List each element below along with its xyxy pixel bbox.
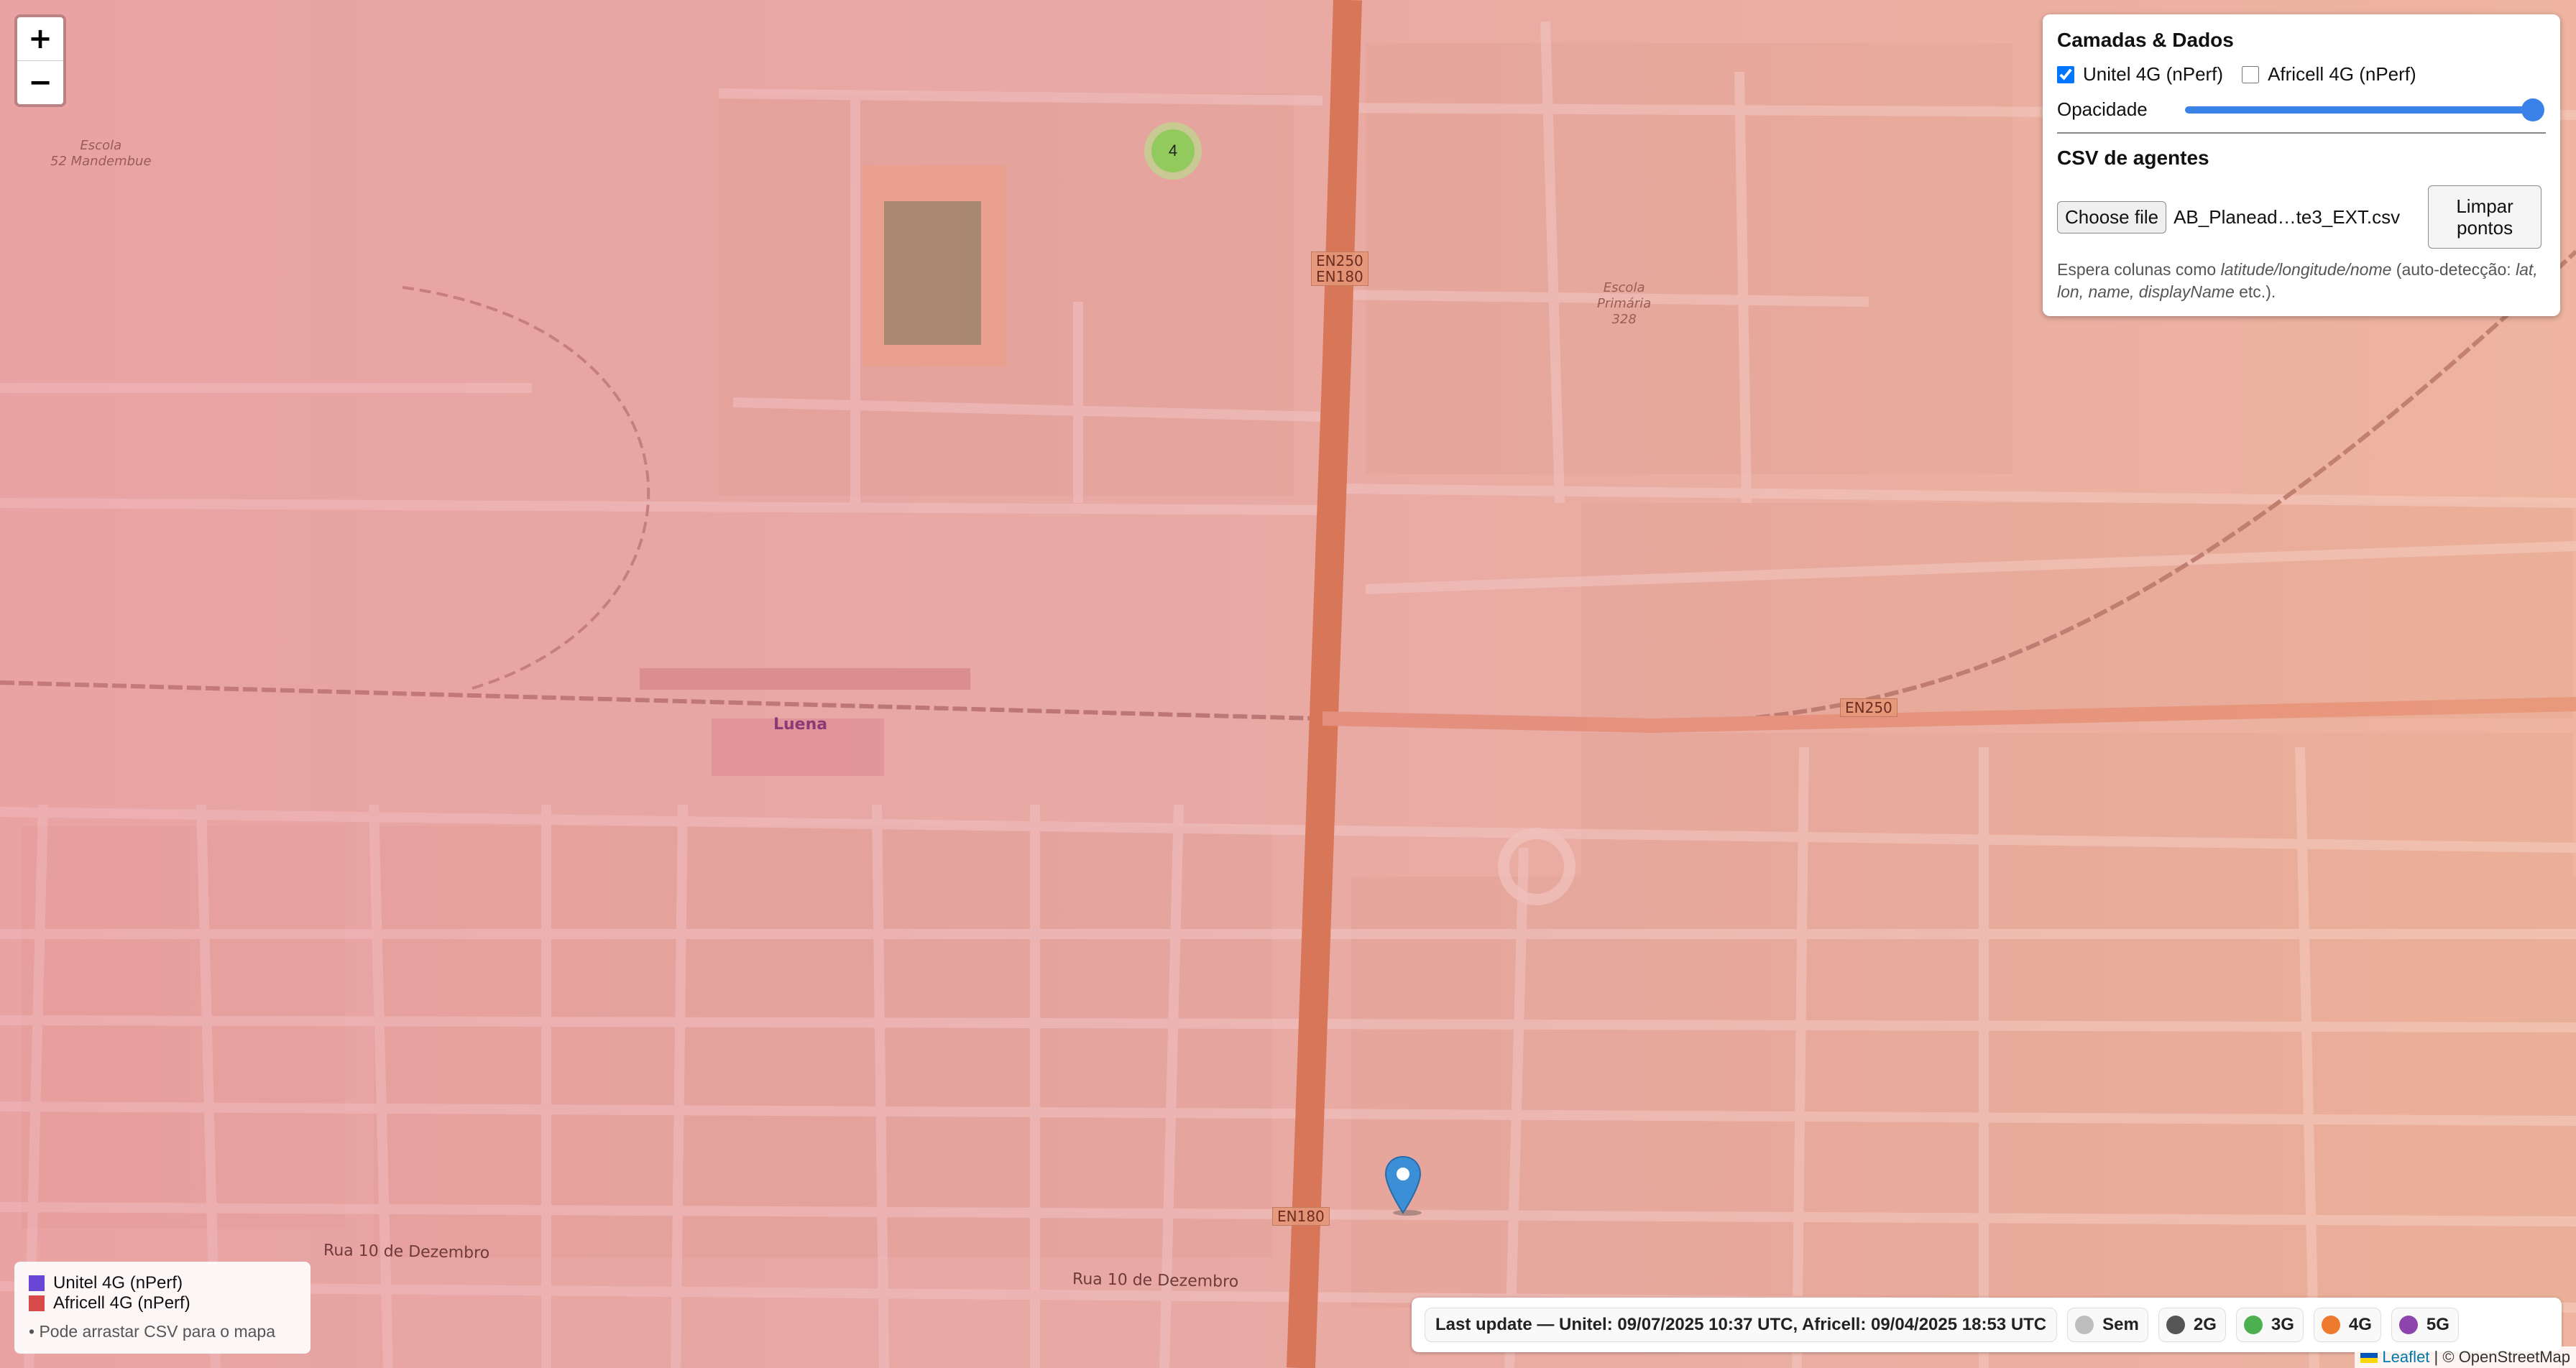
coverage-dot-4g (2321, 1316, 2340, 1334)
panel-title: Camadas & Dados (2057, 29, 2234, 51)
ukraine-flag-icon (2360, 1353, 2378, 1363)
legend-swatch-unitel (29, 1275, 45, 1291)
legend: Unitel 4G (nPerf) Africell 4G (nPerf) • … (14, 1262, 310, 1354)
coverage-4g: 4G (2313, 1308, 2381, 1342)
csv-title: CSV de agentes (2057, 147, 2209, 169)
coverage-dot-3g (2243, 1316, 2263, 1334)
street-label-rua-10-de-dezembro-2: Rua 10 de Dezembro (1072, 1270, 1239, 1292)
choose-file-button[interactable]: Choose file (2057, 200, 2167, 234)
place-label-school-mandembue: Escola 52 Mandembue (50, 138, 152, 169)
layer-africell[interactable]: Africell 4G (nPerf) (2242, 63, 2416, 86)
street-label-rua-10-de-dezembro: Rua 10 de Dezembro (323, 1241, 490, 1263)
opacity-slider[interactable] (2184, 98, 2544, 121)
map-pin-icon[interactable] (1383, 1155, 1423, 1216)
file-name: AB_Planead…te3_EXT.csv (2174, 205, 2401, 228)
layer-africell-checkbox[interactable] (2242, 65, 2260, 83)
coverage-3g: 3G (2235, 1308, 2304, 1342)
cluster-count: 4 (1151, 129, 1195, 172)
layer-unitel-label: Unitel 4G (nPerf) (2083, 63, 2224, 85)
coverage-sem: Sem (2067, 1308, 2148, 1342)
zoom-in-button[interactable]: + (17, 17, 63, 61)
legend-note: • Pode arrastar CSV para o mapa (29, 1322, 276, 1341)
road-shield-en250: EN250 (1840, 698, 1898, 717)
place-label-luena: Luena (773, 716, 828, 734)
layers-panel: Camadas & Dados Unitel 4G (nPerf) Africe… (2043, 14, 2560, 316)
coverage-5g: 5G (2391, 1308, 2459, 1342)
zoom-control: + − (14, 14, 66, 107)
legend-swatch-africell (29, 1295, 45, 1311)
coverage-dot-5g (2398, 1316, 2418, 1334)
coverage-2g: 2G (2158, 1308, 2226, 1342)
layer-africell-label: Africell 4G (nPerf) (2268, 63, 2416, 85)
osm-attribution[interactable]: OpenStreetMap (2459, 1348, 2570, 1366)
road-shield-en180: EN180 (1272, 1207, 1330, 1226)
csv-hint: Espera colunas como latitude/longitude/n… (2057, 260, 2538, 301)
leaflet-link[interactable]: Leaflet (2382, 1348, 2429, 1366)
coverage-dot-sem (2075, 1316, 2094, 1334)
clear-points-button[interactable]: Limpar pontos (2428, 185, 2542, 249)
layer-unitel-checkbox[interactable] (2057, 65, 2074, 83)
legend-item-africell: Africell 4G (nPerf) (29, 1293, 296, 1313)
legend-item-unitel: Unitel 4G (nPerf) (29, 1273, 296, 1293)
divider (2057, 132, 2546, 134)
opacity-label: Opacidade (2057, 98, 2148, 120)
coverage-dot-2g (2166, 1316, 2185, 1334)
road-shield-en250-en180: EN250 EN180 (1311, 251, 1368, 286)
status-bar: Last update — Unitel: 09/07/2025 10:37 U… (1412, 1298, 2562, 1352)
attribution: Leaflet | © OpenStreetMap (2355, 1346, 2576, 1368)
place-label-school-328: Escola Primária 328 (1597, 280, 1652, 327)
last-update: Last update — Unitel: 09/07/2025 10:37 U… (1425, 1308, 2058, 1342)
opacity-slider-thumb[interactable] (2521, 98, 2544, 121)
marker-cluster[interactable]: 4 (1144, 122, 1202, 180)
layer-unitel[interactable]: Unitel 4G (nPerf) (2057, 63, 2223, 86)
zoom-out-button[interactable]: − (17, 61, 63, 104)
